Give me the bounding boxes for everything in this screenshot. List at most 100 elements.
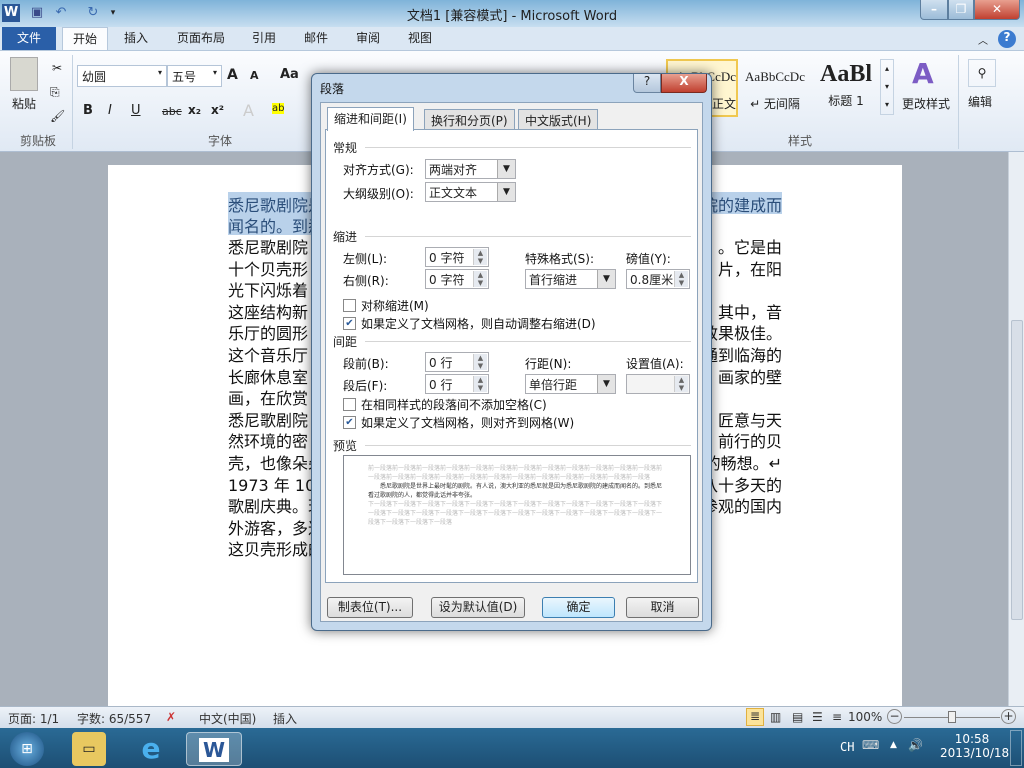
- document-line-left[interactable]: 这座结构新: [228, 299, 308, 322]
- document-line-right[interactable]: 通到临海的: [702, 342, 782, 365]
- web-layout-icon[interactable]: ▤: [792, 710, 803, 724]
- spinner-icon[interactable]: ▲ ▼: [473, 376, 487, 392]
- document-line-right[interactable]: 八十多天的: [702, 472, 782, 495]
- tabs-button[interactable]: 制表位(T)...: [327, 597, 413, 618]
- style-heading-1[interactable]: AaBl 标题 1: [814, 61, 878, 109]
- paste-button[interactable]: 粘贴: [12, 95, 36, 112]
- word-taskbar-icon[interactable]: W: [186, 732, 242, 766]
- line-spacing-select[interactable]: 单倍行距 ▼: [525, 374, 616, 394]
- superscript-button[interactable]: x²: [211, 103, 224, 117]
- grow-font-button[interactable]: A: [227, 67, 238, 83]
- zoom-slider-thumb[interactable]: [948, 711, 956, 723]
- tab-insert[interactable]: 插入: [114, 27, 158, 51]
- underline-button[interactable]: U: [131, 103, 141, 118]
- show-desktop-button[interactable]: [1010, 730, 1022, 766]
- restore-button[interactable]: ❐: [948, 0, 974, 20]
- document-line-left[interactable]: 悉尼歌剧院: [228, 407, 308, 430]
- document-line-right[interactable]: 效果极佳。: [702, 320, 782, 343]
- strikethrough-button[interactable]: abc: [162, 105, 182, 118]
- keyboard-icon[interactable]: ⌨: [862, 738, 879, 752]
- vertical-scrollbar[interactable]: [1008, 152, 1024, 706]
- help-button[interactable]: ?: [633, 74, 661, 93]
- internet-explorer-icon[interactable]: e: [134, 732, 168, 766]
- document-line-right[interactable]: 匠意与天: [718, 407, 782, 430]
- italic-button[interactable]: I: [108, 103, 112, 118]
- start-button[interactable]: ⊞: [10, 732, 44, 766]
- alignment-select[interactable]: 两端对齐 ▼: [425, 159, 516, 179]
- tab-asian-typography[interactable]: 中文版式(H): [518, 109, 599, 129]
- spinner-icon[interactable]: ▲ ▼: [473, 271, 487, 287]
- find-icon[interactable]: ⚲: [968, 59, 996, 87]
- language[interactable]: 中文(中国): [199, 710, 256, 727]
- styles-scroll[interactable]: ▴ ▾ ▾: [880, 59, 894, 115]
- spinner-icon[interactable]: ▲ ▼: [674, 376, 688, 392]
- word-count[interactable]: 字数: 65/557: [77, 710, 151, 727]
- document-line-right[interactable]: 前行的贝: [718, 428, 782, 451]
- font-name-combo[interactable]: 幼圆 ▾: [77, 65, 167, 87]
- zoom-in-button[interactable]: +: [1001, 709, 1016, 724]
- ok-button[interactable]: 确定: [542, 597, 615, 618]
- document-line-left[interactable]: 悉尼歌剧院是: [228, 192, 325, 215]
- shrink-font-button[interactable]: A: [250, 69, 259, 82]
- set-default-button[interactable]: 设为默认值(D): [431, 597, 525, 618]
- help-icon[interactable]: ?: [998, 30, 1016, 48]
- cut-icon[interactable]: ✂: [52, 61, 62, 75]
- tab-file[interactable]: 文件: [2, 27, 56, 51]
- scroll-thumb[interactable]: [1011, 320, 1023, 620]
- indent-left-input[interactable]: 0 字符 ▲ ▼: [425, 247, 489, 267]
- document-line-right[interactable]: 其中，音: [718, 299, 782, 322]
- document-line-left[interactable]: 壳，也像朵朵: [228, 450, 324, 473]
- tab-page-layout[interactable]: 页面布局: [167, 27, 235, 51]
- minimize-ribbon-icon[interactable]: ︿: [978, 32, 988, 47]
- draft-icon[interactable]: ≡: [832, 710, 842, 724]
- page-count[interactable]: 页面: 1/1: [8, 710, 59, 727]
- space-after-input[interactable]: 0 行 ▲ ▼: [425, 374, 489, 394]
- paste-icon[interactable]: [10, 57, 38, 91]
- document-line-right[interactable]: 参观的国内: [702, 493, 782, 516]
- document-line-right[interactable]: 片，在阳: [718, 256, 782, 279]
- highlight-icon[interactable]: ab: [272, 103, 285, 114]
- spinner-icon[interactable]: ▲ ▼: [674, 271, 688, 287]
- spacing-at-input[interactable]: ▲ ▼: [626, 374, 690, 394]
- document-line-left[interactable]: 外游客，多达: [228, 515, 324, 538]
- tab-home[interactable]: 开始: [62, 27, 109, 51]
- document-line-right[interactable]: 院的建成而: [701, 192, 782, 215]
- zoom-out-button[interactable]: −: [887, 709, 902, 724]
- change-case-button[interactable]: Aa: [280, 67, 299, 82]
- document-line-left[interactable]: 这贝壳形成的: [228, 536, 324, 559]
- tab-view[interactable]: 视图: [398, 27, 442, 51]
- tab-references[interactable]: 引用: [242, 27, 286, 51]
- document-line-left[interactable]: 光下闪烁着: [228, 277, 308, 300]
- minimize-button[interactable]: –: [920, 0, 948, 20]
- volume-icon[interactable]: 🔊: [908, 738, 923, 752]
- style-no-spacing[interactable]: AaBbCcDc ↵ 无间隔: [740, 69, 810, 112]
- format-painter-icon[interactable]: 🖌: [50, 109, 65, 123]
- snap-to-grid-checkbox[interactable]: ✔: [343, 416, 356, 429]
- close-button[interactable]: ✕: [974, 0, 1020, 20]
- proofing-icon[interactable]: ✗: [166, 710, 176, 724]
- document-line-left[interactable]: 闻名的。到悉: [228, 213, 325, 236]
- document-line-right[interactable]: 画家的壁: [718, 364, 782, 387]
- text-effects-icon[interactable]: A: [243, 101, 254, 120]
- document-line-left[interactable]: 乐厅的圆形: [228, 320, 308, 343]
- zoom-level[interactable]: 100%: [848, 710, 882, 724]
- tab-line-page-breaks[interactable]: 换行和分页(P): [424, 109, 515, 129]
- special-format-select[interactable]: 首行缩进 ▼: [525, 269, 616, 289]
- change-styles-button[interactable]: 更改样式: [902, 95, 950, 112]
- ime-indicator[interactable]: CH: [840, 740, 854, 754]
- indent-right-input[interactable]: 0 字符 ▲ ▼: [425, 269, 489, 289]
- auto-right-indent-checkbox[interactable]: ✔: [343, 317, 356, 330]
- document-line-left[interactable]: 歌剧庆典。现: [228, 493, 324, 516]
- outline-level-select[interactable]: 正文文本 ▼: [425, 182, 516, 202]
- document-line-left[interactable]: 这个音乐厅: [228, 342, 308, 365]
- tab-mailings[interactable]: 邮件: [294, 27, 338, 51]
- explorer-icon[interactable]: ▭: [72, 732, 106, 766]
- tab-review[interactable]: 审阅: [346, 27, 390, 51]
- document-line-right[interactable]: 。它是由: [718, 234, 782, 257]
- indent-by-input[interactable]: 0.8厘米 ▲ ▼: [626, 269, 690, 289]
- document-line-left[interactable]: 长廊休息室: [228, 364, 308, 387]
- show-hidden-icons[interactable]: ▲: [890, 740, 897, 750]
- tab-indent-spacing[interactable]: 缩进和间距(I): [327, 107, 414, 131]
- full-screen-reading-icon[interactable]: ▥: [770, 710, 781, 724]
- copy-icon[interactable]: ⎘: [50, 85, 60, 100]
